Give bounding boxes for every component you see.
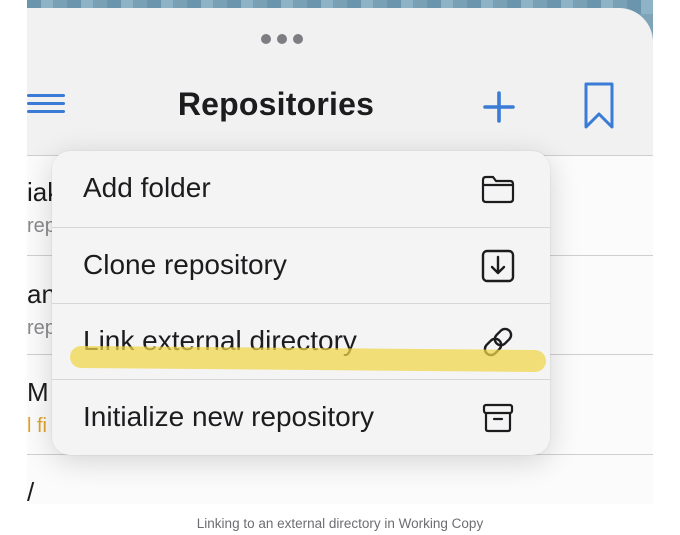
bookmark-icon[interactable] <box>582 81 616 131</box>
folder-icon <box>481 175 515 204</box>
menu-item-label: Add folder <box>83 172 211 203</box>
sheet-grabber[interactable] <box>257 32 307 46</box>
page-title: Repositories <box>177 86 375 122</box>
download-box-icon <box>481 249 515 283</box>
hamburger-menu-icon[interactable] <box>27 94 65 114</box>
grabber-dot <box>277 34 287 44</box>
grabber-dot <box>261 34 271 44</box>
menu-item-add-folder[interactable]: Add folder <box>52 151 550 227</box>
list-item-title[interactable]: / <box>27 477 34 504</box>
image-caption: Linking to an external directory in Work… <box>196 516 484 531</box>
menu-item-clone-repository[interactable]: Clone repository <box>52 227 550 303</box>
list-item-subtitle: l fi <box>27 415 47 437</box>
menu-item-label: Initialize new repository <box>83 401 375 432</box>
archive-box-icon <box>482 403 514 433</box>
menu-item-label: Clone repository <box>83 249 287 280</box>
menu-item-initialize-new-repository[interactable]: Initialize new repository <box>52 379 550 455</box>
list-item-title[interactable]: M <box>27 377 49 408</box>
context-menu: Add folder Clone repository Link externa… <box>52 151 550 455</box>
plus-icon[interactable] <box>482 90 516 124</box>
highlighter-mark <box>69 345 547 373</box>
grabber-dot <box>293 34 303 44</box>
